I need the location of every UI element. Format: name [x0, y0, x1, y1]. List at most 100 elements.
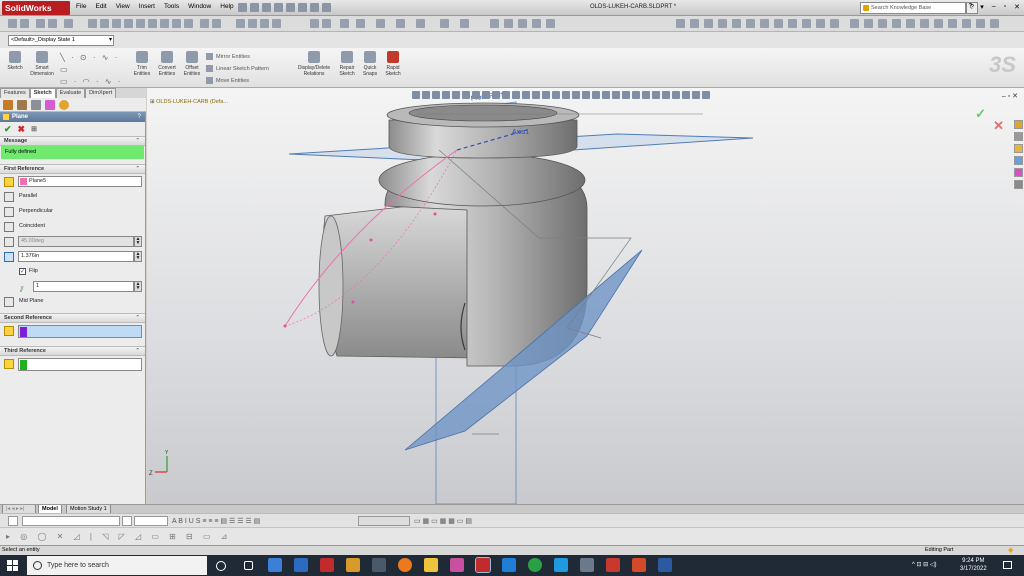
- cortana-icon[interactable]: [216, 561, 226, 571]
- offset-distance-icon[interactable]: [4, 252, 14, 262]
- zoom-to-area-icon[interactable]: [422, 91, 430, 99]
- menu-help[interactable]: Help: [220, 3, 233, 10]
- toolbar-tool-icon[interactable]: [148, 19, 157, 28]
- custom-properties-icon[interactable]: [1014, 180, 1023, 189]
- hud-tool-icon[interactable]: [582, 91, 590, 99]
- menu-window[interactable]: Window: [188, 3, 211, 10]
- third-reference-selection[interactable]: [18, 358, 142, 371]
- taskbar-app-icon[interactable]: [554, 558, 568, 572]
- hud-tool-icon[interactable]: [542, 91, 550, 99]
- toolbar-tool-icon[interactable]: [746, 19, 755, 28]
- toolbar-tool-icon[interactable]: [212, 19, 221, 28]
- section-view-icon[interactable]: [442, 91, 450, 99]
- toolbar-tool-icon[interactable]: [64, 19, 73, 28]
- toolbar-tool-icon[interactable]: [760, 19, 769, 28]
- toolbar-tool-icon[interactable]: [260, 19, 269, 28]
- hide-show-icon[interactable]: [396, 19, 405, 28]
- hud-tool-icon[interactable]: [602, 91, 610, 99]
- toolbar-tool-icon[interactable]: [532, 19, 541, 28]
- chrome-icon[interactable]: [528, 558, 542, 572]
- parallel-option[interactable]: Parallel: [0, 189, 145, 204]
- zoom-to-fit-icon[interactable]: [412, 91, 420, 99]
- minimize-button[interactable]: –: [992, 3, 996, 11]
- toolbar-tool-icon[interactable]: [864, 19, 873, 28]
- display-style-icon[interactable]: [462, 91, 470, 99]
- sketch-command[interactable]: Sketch: [4, 51, 26, 71]
- appearance-icon[interactable]: [416, 19, 425, 28]
- hud-tool-icon[interactable]: [662, 91, 670, 99]
- toolbar-tool-icon[interactable]: [460, 19, 469, 28]
- toolbar-tool-icon[interactable]: [816, 19, 825, 28]
- layer-tool-icons[interactable]: ▭ ▦ ▭ ▦ ▦ ▭ ▤: [414, 517, 472, 525]
- hud-tool-icon[interactable]: [552, 91, 560, 99]
- toolbar-tool-icon[interactable]: [8, 19, 17, 28]
- toolbar-tool-icon[interactable]: [934, 19, 943, 28]
- trim-entities-command[interactable]: Trim Entities: [130, 51, 154, 77]
- collapse-chevron-icon[interactable]: ⌃: [135, 165, 140, 174]
- taskbar-app-icon[interactable]: [606, 558, 620, 572]
- toolbar-tool-icon[interactable]: [36, 19, 45, 28]
- taskbar-search-input[interactable]: Type here to search: [27, 556, 207, 575]
- display-delete-relations-command[interactable]: Display/Delete Relations: [292, 51, 336, 77]
- toolbar-tool-icon[interactable]: [136, 19, 145, 28]
- toolbar-tool-icon[interactable]: [272, 19, 281, 28]
- reference-point[interactable]: [369, 238, 373, 242]
- toolbar-tool-icon[interactable]: [160, 19, 169, 28]
- new-icon[interactable]: [238, 3, 247, 12]
- toolbar-tool-icon[interactable]: [248, 19, 257, 28]
- options-icon[interactable]: [322, 3, 331, 12]
- mirror-entities-command[interactable]: Mirror Entities: [206, 53, 250, 60]
- search-knowledge-base-input[interactable]: Search Knowledge Base: [860, 2, 966, 14]
- view-orientation-icon[interactable]: [356, 19, 365, 28]
- hud-tool-icon[interactable]: [682, 91, 690, 99]
- tab-sketch[interactable]: Sketch: [29, 88, 56, 98]
- print-icon[interactable]: [274, 3, 283, 12]
- axis1-label[interactable]: Axis1: [512, 129, 529, 136]
- taskbar-app-icon[interactable]: [372, 558, 386, 572]
- mail-icon[interactable]: [294, 558, 308, 572]
- collapse-chevron-icon[interactable]: ⌃: [135, 314, 140, 323]
- toolbar-tool-icon[interactable]: [88, 19, 97, 28]
- taskbar-app-icon[interactable]: [268, 558, 282, 572]
- document-window-controls[interactable]: – ▫ ✕: [1002, 92, 1018, 100]
- hud-tool-icon[interactable]: [532, 91, 540, 99]
- toolbar-tool-icon[interactable]: [774, 19, 783, 28]
- toolbar-tool-icon[interactable]: [878, 19, 887, 28]
- windows-start-icon[interactable]: [7, 560, 18, 571]
- tab-features[interactable]: Features: [0, 88, 30, 98]
- text-format-icons[interactable]: A B I U S ≡ ≡ ≡ ▤ ☰ ☰ ☰ ▤: [172, 517, 260, 525]
- angle-spinner[interactable]: ▲ ▼: [134, 236, 142, 247]
- first-reference-selection[interactable]: Plane5: [18, 176, 142, 187]
- distance-spinner[interactable]: ▲ ▼: [134, 251, 142, 262]
- hud-tool-icon[interactable]: [612, 91, 620, 99]
- select-icon[interactable]: [298, 3, 307, 12]
- toolbar-tool-icon[interactable]: [704, 19, 713, 28]
- display-state-select[interactable]: <Default>_Display State 1: [8, 35, 114, 46]
- edit-appearance-icon[interactable]: [482, 91, 490, 99]
- toolbar-tool-icon[interactable]: [124, 19, 133, 28]
- instances-spinner[interactable]: ▲ ▼: [134, 281, 142, 292]
- property-manager-icon[interactable]: [17, 100, 27, 110]
- system-tray-icons[interactable]: ^ ⊡ ⊟ ◁): [912, 561, 936, 568]
- toolbar-tool-icon[interactable]: [112, 19, 121, 28]
- taskbar-app-icon[interactable]: [450, 558, 464, 572]
- mid-plane-option[interactable]: Mid Plane: [0, 294, 145, 309]
- tab-evaluate[interactable]: Evaluate: [55, 88, 86, 98]
- taskbar-app-icon[interactable]: [580, 558, 594, 572]
- toolbar-tool-icon[interactable]: [892, 19, 901, 28]
- feature-tree-icon[interactable]: [3, 100, 13, 110]
- hud-tool-icon[interactable]: [642, 91, 650, 99]
- ok-check-icon[interactable]: ✔: [4, 124, 12, 135]
- toolbar-tool-icon[interactable]: [184, 19, 193, 28]
- top-bore[interactable]: [408, 104, 558, 122]
- toolbar-tool-icon[interactable]: [236, 19, 245, 28]
- quick-snaps-command[interactable]: Quick Snaps: [360, 51, 380, 77]
- toolbar-tool-icon[interactable]: [518, 19, 527, 28]
- toolbar-tool-icon[interactable]: [20, 19, 29, 28]
- toolbar-tool-icon[interactable]: [920, 19, 929, 28]
- bulb-ring[interactable]: [378, 153, 586, 207]
- flip-checkbox[interactable]: ✓: [19, 268, 26, 275]
- toolbar-tool-icon[interactable]: [546, 19, 555, 28]
- solidworks-logo[interactable]: SolidWorks: [2, 1, 70, 15]
- taskbar-app-icon[interactable]: [502, 558, 516, 572]
